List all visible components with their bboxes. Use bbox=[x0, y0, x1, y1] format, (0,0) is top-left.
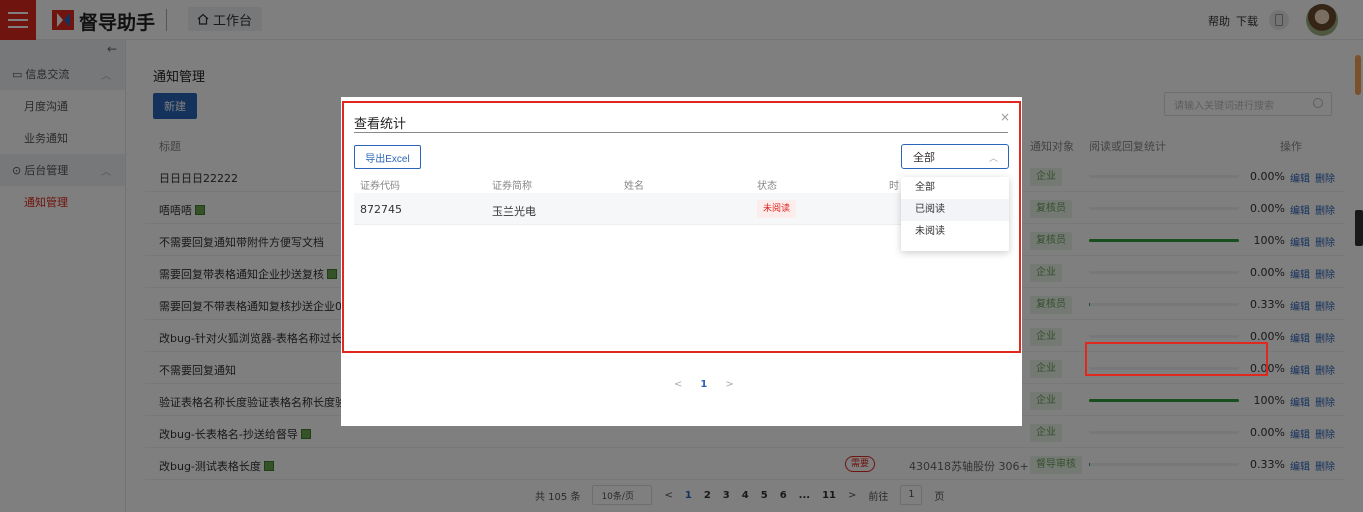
status-dropdown: 全部 已阅读 未阅读 bbox=[901, 177, 1009, 251]
col-code: 证券代码 bbox=[360, 181, 400, 192]
highlight-box bbox=[1085, 342, 1268, 376]
dialog-pagination: < 1 > bbox=[674, 379, 734, 390]
option-all[interactable]: 全部 bbox=[901, 177, 1009, 199]
select-value: 全部 bbox=[913, 150, 935, 164]
col-status: 状态 bbox=[757, 181, 777, 192]
option-read[interactable]: 已阅读 bbox=[901, 199, 1009, 221]
col-short-name: 证券简称 bbox=[492, 181, 532, 192]
statistics-dialog: 查看统计 × 导出Excel 全部 ︿ 证券代码 证券简称 姓名 状态 时 87… bbox=[341, 97, 1022, 426]
page-1[interactable]: 1 bbox=[700, 379, 707, 390]
col-time: 时 bbox=[889, 181, 899, 192]
next-page-button[interactable]: > bbox=[725, 379, 733, 390]
dialog-title: 查看统计 bbox=[354, 117, 407, 132]
cell-short-name: 玉兰光电 bbox=[492, 205, 536, 218]
status-badge: 未阅读 bbox=[757, 200, 797, 218]
option-unread[interactable]: 未阅读 bbox=[901, 221, 1009, 243]
col-person: 姓名 bbox=[624, 181, 644, 192]
prev-page-button[interactable]: < bbox=[674, 379, 682, 390]
close-icon[interactable]: × bbox=[1000, 110, 1010, 124]
divider bbox=[354, 132, 1008, 133]
chevron-up-icon: ︿ bbox=[988, 154, 998, 164]
export-excel-button[interactable]: 导出Excel bbox=[354, 145, 421, 169]
cell-code: 872745 bbox=[360, 203, 402, 216]
read-status-select[interactable]: 全部 ︿ bbox=[901, 144, 1009, 169]
